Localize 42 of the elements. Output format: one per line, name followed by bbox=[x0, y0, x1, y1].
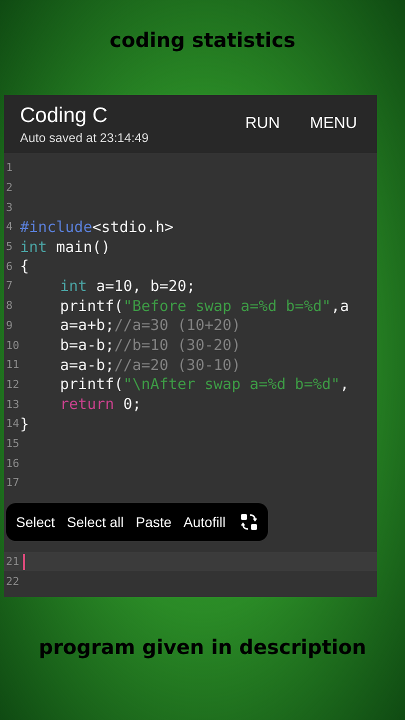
line-number: 11 bbox=[5, 358, 20, 372]
toolbar-action[interactable]: MENU bbox=[300, 115, 367, 133]
line-number: 13 bbox=[5, 398, 20, 411]
code-line: a=a+b;//a=30 (10+20) bbox=[59, 316, 241, 334]
code-line: #include<stdio.h> bbox=[20, 218, 174, 236]
line-number: 3 bbox=[5, 200, 14, 214]
line-number: 21 bbox=[5, 555, 20, 568]
text-cursor bbox=[23, 554, 25, 570]
menu-item[interactable]: Select all bbox=[60, 514, 130, 530]
line-number: 12 bbox=[5, 378, 20, 391]
line-number: 6 bbox=[5, 260, 14, 273]
line-number: 7 bbox=[5, 279, 14, 292]
line-number: 16 bbox=[5, 456, 20, 470]
line-number: 1 bbox=[5, 161, 14, 174]
code-line: a=a-b;//a=20 (30-10) bbox=[59, 356, 241, 374]
code-line: b=a-b;//b=10 (30-20) bbox=[59, 336, 241, 354]
line-number: 4 bbox=[5, 220, 14, 234]
line-number: 9 bbox=[5, 318, 14, 332]
line-number: 10 bbox=[5, 338, 20, 352]
line-number: 5 bbox=[5, 240, 14, 254]
caption-text: program given in description bbox=[38, 635, 366, 659]
swap-squares-icon[interactable] bbox=[240, 513, 258, 532]
code-line: int main() bbox=[20, 238, 110, 256]
code-line: printf("\nAfter swap a=%d b=%d", bbox=[59, 375, 349, 394]
app-title: Coding C bbox=[20, 104, 109, 128]
code-line: printf("Before swap a=%d b=%d",a bbox=[59, 296, 349, 315]
toolbar-action[interactable]: RUN bbox=[235, 115, 290, 133]
line-number: 15 bbox=[5, 436, 20, 450]
line-number: 8 bbox=[5, 299, 14, 312]
line-number: 14 bbox=[5, 417, 20, 430]
code-line: { bbox=[20, 257, 30, 276]
autosave-status: Auto saved at 23:14:49 bbox=[20, 130, 150, 144]
caption-text: coding statistics bbox=[110, 28, 296, 54]
line-number: 2 bbox=[5, 181, 14, 194]
menu-item[interactable]: Paste bbox=[130, 514, 178, 530]
line-number: 17 bbox=[5, 476, 20, 490]
code-line: return 0; bbox=[59, 395, 142, 414]
menu-item[interactable]: Autofill bbox=[178, 514, 232, 530]
menu-item[interactable]: Select bbox=[10, 514, 61, 530]
code-line: int a=10, b=20; bbox=[59, 276, 196, 295]
code-line: } bbox=[20, 414, 30, 433]
line-number: 22 bbox=[5, 574, 20, 588]
